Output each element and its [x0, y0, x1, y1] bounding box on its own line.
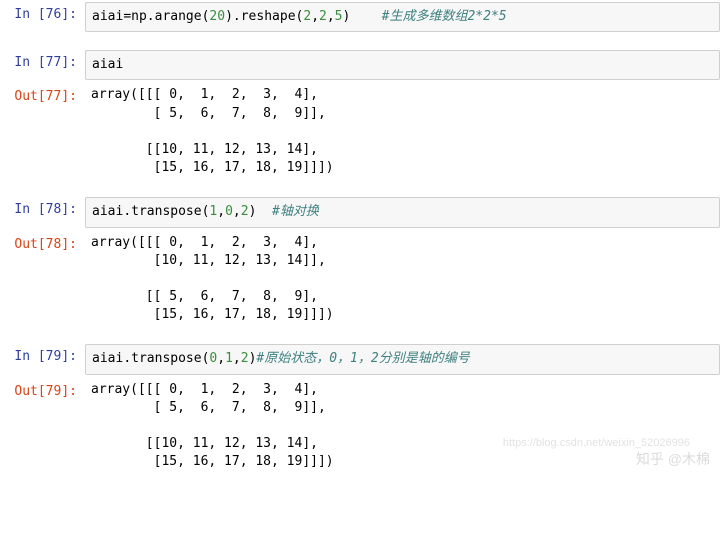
output-cell: Out[77]:array([[[ 0, 1, 2, 3, 4], [ 5, 6… [0, 82, 720, 181]
code-token [350, 9, 381, 24]
code-token: . [123, 204, 131, 219]
code-number: 5 [335, 9, 343, 24]
code-output: array([[[ 0, 1, 2, 3, 4], [ 5, 6, 7, 8, … [85, 82, 720, 181]
code-token: , [233, 351, 241, 366]
out-prompt: Out[79]: [0, 377, 85, 405]
code-number: 0 [225, 204, 233, 219]
code-token: . [123, 351, 131, 366]
code-number: 2 [303, 9, 311, 24]
code-number: 2 [241, 204, 249, 219]
code-token: , [311, 9, 319, 24]
code-output: array([[[ 0, 1, 2, 3, 4], [10, 11, 12, 1… [85, 230, 720, 329]
out-prompt: Out[77]: [0, 82, 85, 110]
code-token: arange [155, 9, 202, 24]
code-token: . [147, 9, 155, 24]
code-number: 1 [225, 351, 233, 366]
code-token: ) [225, 9, 233, 24]
code-token: aiai [92, 9, 123, 24]
in-prompt: In [76]: [0, 0, 85, 28]
code-comment: #原始状态，0，1，2分别是轴的编号 [256, 351, 469, 366]
code-input[interactable]: aiai.transpose(0,1,2)#原始状态，0，1，2分别是轴的编号 [85, 344, 720, 374]
code-output: array([[[ 0, 1, 2, 3, 4], [ 5, 6, 7, 8, … [85, 377, 720, 476]
input-cell: In [79]:aiai.transpose(0,1,2)#原始状态，0，1，2… [0, 342, 720, 376]
output-cell: Out[79]:array([[[ 0, 1, 2, 3, 4], [ 5, 6… [0, 377, 720, 476]
code-token [256, 204, 272, 219]
in-prompt: In [78]: [0, 195, 85, 223]
code-token: . [233, 9, 241, 24]
code-comment: #轴对换 [272, 204, 319, 219]
code-input[interactable]: aiai [85, 50, 720, 80]
code-number: 20 [209, 9, 225, 24]
code-number: 2 [241, 351, 249, 366]
in-prompt: In [79]: [0, 342, 85, 370]
code-token: aiai [92, 204, 123, 219]
code-token: np [131, 9, 147, 24]
in-prompt: In [77]: [0, 48, 85, 76]
input-cell: In [78]:aiai.transpose(1,0,2) #轴对换 [0, 195, 720, 229]
code-token: reshape [241, 9, 296, 24]
input-cell: In [77]: aiai [0, 48, 720, 82]
output-cell: Out[78]:array([[[ 0, 1, 2, 3, 4], [10, 1… [0, 230, 720, 329]
code-token: , [217, 204, 225, 219]
code-token: , [327, 9, 335, 24]
code-token: , [233, 204, 241, 219]
code-token: transpose [131, 351, 201, 366]
code-token: aiai [92, 57, 123, 72]
code-token: = [123, 9, 131, 24]
code-token: , [217, 351, 225, 366]
input-cell: In [76]:aiai=np.arange(20).reshape(2,2,5… [0, 0, 720, 34]
code-input[interactable]: aiai=np.arange(20).reshape(2,2,5) #生成多维数… [85, 2, 720, 32]
code-number: 2 [319, 9, 327, 24]
code-comment: #生成多维数组2*2*5 [382, 9, 507, 24]
code-input[interactable]: aiai.transpose(1,0,2) #轴对换 [85, 197, 720, 227]
out-prompt: Out[78]: [0, 230, 85, 258]
code-token: transpose [131, 204, 201, 219]
code-token: aiai [92, 351, 123, 366]
